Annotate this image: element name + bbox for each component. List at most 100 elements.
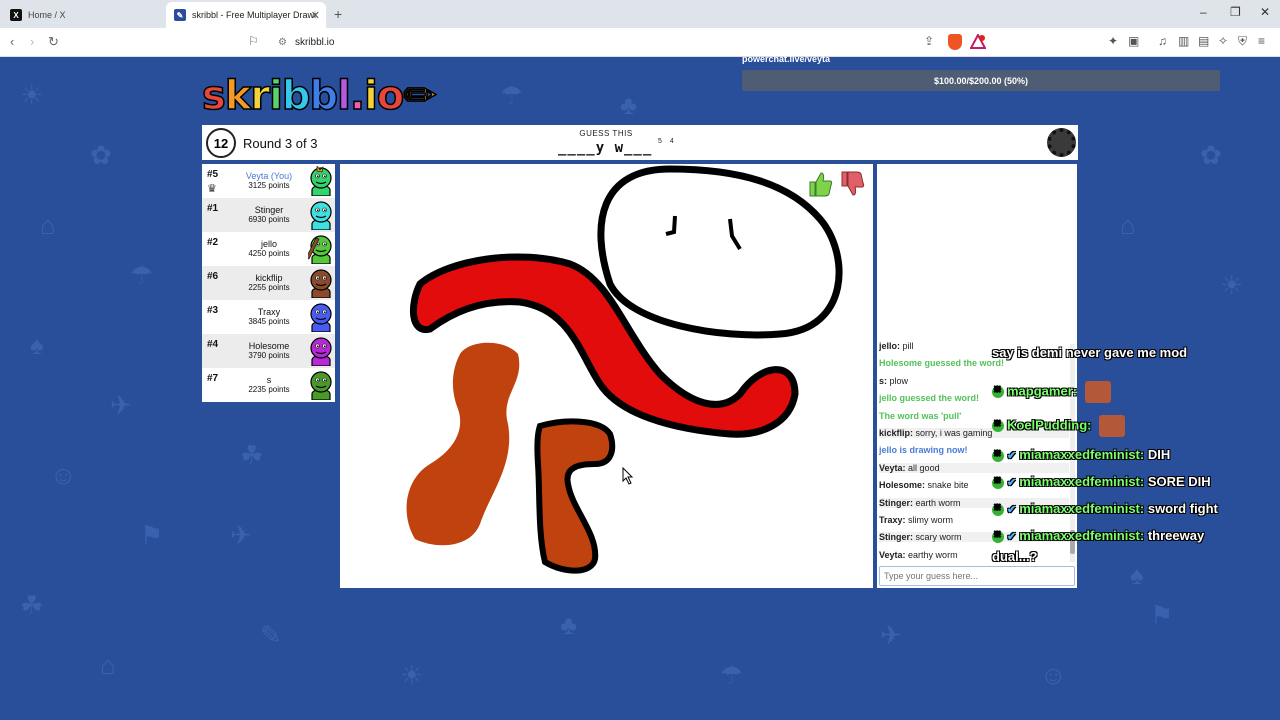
player-name: jello [260,239,277,249]
player-row[interactable]: #5 ♛ Veyta (You) 3125 points [202,164,335,198]
player-rank: #3 [207,305,219,316]
drawing [406,165,843,574]
vpn-icon[interactable]: ⛨ [1238,34,1247,49]
tab-home-x[interactable]: X Home / X [2,2,166,28]
player-rank: #6 [207,271,219,282]
player-name: Holesome [248,341,290,351]
player-row[interactable]: #7 s 2235 points [202,368,335,402]
tab-skribbl[interactable]: ✎ skribbl - Free Multiplayer Drawi ✕ [166,2,326,28]
skribbl-logo: skribbl.io✏ [201,72,437,120]
player-avatar [310,337,332,366]
back-icon[interactable]: ‹ [10,34,14,49]
leo-ai-icon[interactable]: ✧ [1218,34,1228,48]
system-text: jello guessed the word! [879,393,980,404]
minimize-icon[interactable]: – [1200,5,1207,19]
overlay-chat-text: DIH [1147,447,1171,462]
player-avatar [310,269,332,298]
player-row[interactable]: #2 jello 4250 points [202,232,335,266]
verified-check-icon: ✔ [1007,450,1017,462]
donation-label: powerchat.live/veyta [742,54,831,64]
site-settings-icon[interactable]: ⚙ [278,37,287,48]
guess-label: GUESS THIS [579,129,633,138]
new-tab-icon[interactable]: + [334,6,342,22]
overlay-chat-line: ✔miamaxxedfeminist: threeway [992,528,1204,543]
media-icon[interactable]: ♫ [1158,34,1167,48]
chat-text: earth worm [915,497,961,508]
player-name: Veyta (You) [245,171,293,181]
player-points: 3845 points [248,317,290,326]
mouse-cursor-icon [622,467,634,485]
player-row[interactable]: #1 Stinger 6930 points [202,198,335,232]
user-avatar [1084,381,1111,403]
screenshot-icon[interactable]: ▣ [1128,34,1139,48]
guess-input[interactable] [879,566,1075,586]
donation-progress-bar: $100.00/$200.00 (50%) [742,70,1220,91]
overlay-chat-author: miamaxxedfeminist: [1019,474,1145,489]
overlay-chat-text: threeway [1147,528,1205,543]
tab-title: skribbl - Free Multiplayer Drawi [192,10,317,20]
overlay-chat-text: sword fight [1147,501,1218,516]
chat-author: Veyta [879,462,903,473]
player-name: s [266,375,272,385]
brave-shields-icon[interactable] [948,34,962,50]
player-points: 2255 points [248,283,290,292]
player-avatar [310,303,332,332]
overlay-chat-author: miamaxxedfeminist: [1019,447,1145,462]
extensions-icon[interactable]: ✦ [1108,34,1118,48]
player-list: #5 ♛ Veyta (You) 3125 points #1 Stinger 6930 … [202,164,335,402]
wallet-icon[interactable]: ▤ [1198,34,1209,48]
player-avatar [308,235,332,264]
share-icon[interactable]: ⇪ [924,34,934,48]
settings-gear-icon[interactable] [1047,128,1076,157]
xbox-badge-icon [992,449,1004,462]
xbox-badge-icon [992,503,1004,516]
round-indicator: Round 3 of 3 [243,136,318,151]
chat-text: all good [908,462,940,473]
reload-icon[interactable]: ↻ [48,34,59,50]
game-header: 12 Round 3 of 3 GUESS THIS ____y w___ 5 … [202,125,1078,160]
chat-text: plow [889,375,909,386]
thumbs-down-icon[interactable] [838,170,866,198]
chat-text: slimy worm [908,515,954,525]
player-row[interactable]: #4 Holesome 3790 points [202,334,335,368]
chat-panel: jello: pill Holesome guessed the word! s: … [877,164,1077,588]
overlay-chat-line: KoelPudding: [992,415,1126,437]
chat-message: Traxy: slimy worm [879,515,954,525]
player-points: 6930 points [248,215,290,224]
address-bar[interactable]: ⚙ skribbl.io [270,32,910,52]
overlay-chat-author: KoelPudding: [1007,417,1092,433]
restore-icon[interactable]: ❐ [1230,5,1241,19]
player-rank: #1 [207,203,219,214]
player-row[interactable]: #3 Traxy 3845 points [202,300,335,334]
xbox-badge-icon [992,385,1004,398]
chat-author: kickflip [879,428,911,438]
system-text: The word was 'pull' [879,410,962,421]
x-logo-icon: X [10,9,22,21]
tab-title: Home / X [28,10,66,20]
chat-text: snake bite [927,480,969,491]
menu-icon[interactable]: ≡ [1258,34,1265,48]
player-points: 3790 points [248,351,290,360]
skribbl-icon: ✎ [174,9,186,21]
forward-icon[interactable]: › [30,34,34,49]
browser-tab-bar: X Home / X ✎ skribbl - Free Multiplayer … [0,0,1280,28]
sidebar-icon[interactable]: ▥ [1178,34,1189,48]
thumbs-up-icon[interactable] [806,170,834,198]
bookmark-icon[interactable]: ⚐ [248,34,259,48]
user-avatar [1099,415,1126,437]
brave-rewards-icon[interactable] [970,34,986,50]
overlay-chat-line: ✔miamaxxedfeminist: SORE DIH [992,474,1211,489]
url-text: skribbl.io [294,36,335,48]
close-window-icon[interactable]: ✕ [1260,5,1270,19]
chat-author: Holesome [879,480,923,491]
drawing-canvas[interactable] [340,164,873,588]
overlay-chat-text: dual...? [992,549,1038,564]
player-name: kickflip [255,273,283,283]
chat-text: sorry, i was gaming [915,428,993,438]
player-row[interactable]: #6 kickflip 2255 points [202,266,335,300]
player-avatar [310,371,332,400]
chat-text: scary worm [915,532,962,543]
player-rank: #4 [207,339,219,350]
verified-check-icon: ✔ [1007,477,1017,489]
close-tab-icon[interactable]: ✕ [311,9,320,22]
